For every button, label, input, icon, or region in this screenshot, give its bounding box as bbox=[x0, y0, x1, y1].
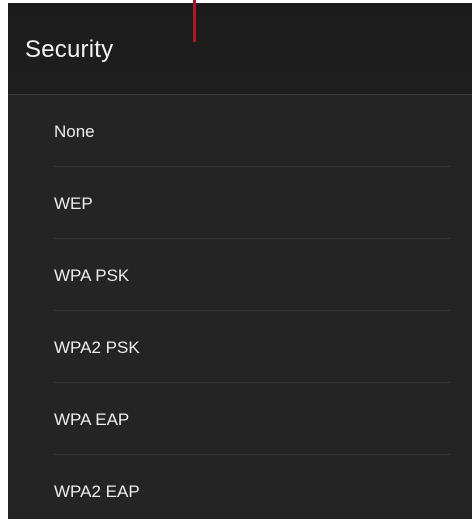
security-dialog-frame: Security None WEP WPA PSK WPA2 PSK WPA E… bbox=[8, 0, 472, 519]
option-none[interactable]: None bbox=[8, 95, 472, 167]
option-wpa2-eap[interactable]: WPA2 EAP bbox=[8, 455, 472, 527]
option-label: WPA2 EAP bbox=[54, 482, 140, 501]
security-options-list: None WEP WPA PSK WPA2 PSK WPA EAP WPA2 E… bbox=[8, 95, 472, 527]
security-dialog: Security None WEP WPA PSK WPA2 PSK WPA E… bbox=[8, 3, 472, 519]
option-label: WPA PSK bbox=[54, 266, 130, 285]
dialog-title: Security bbox=[25, 36, 114, 63]
option-label: None bbox=[54, 122, 95, 141]
option-label: WPA2 PSK bbox=[54, 338, 140, 357]
option-label: WEP bbox=[54, 194, 93, 213]
option-wpa2-psk[interactable]: WPA2 PSK bbox=[8, 311, 472, 383]
callout-line bbox=[193, 0, 196, 42]
dialog-header: Security bbox=[8, 3, 472, 95]
option-wep[interactable]: WEP bbox=[8, 167, 472, 239]
option-label: WPA EAP bbox=[54, 410, 130, 429]
option-wpa-psk[interactable]: WPA PSK bbox=[8, 239, 472, 311]
option-wpa-eap[interactable]: WPA EAP bbox=[8, 383, 472, 455]
